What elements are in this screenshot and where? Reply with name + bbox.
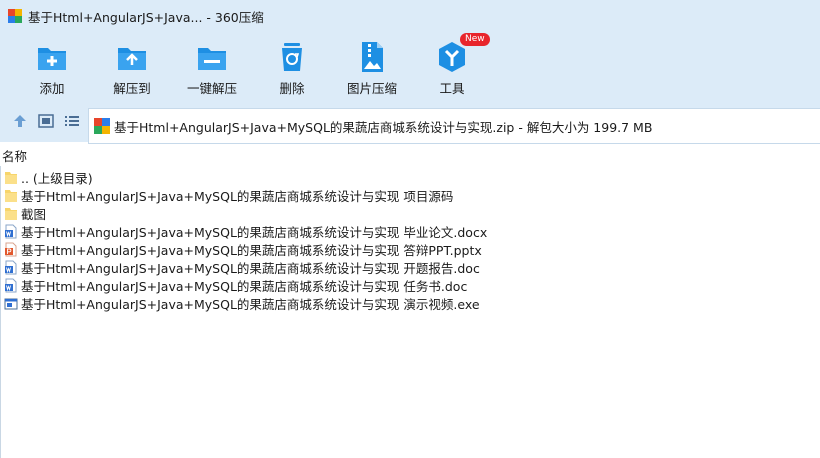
- title-bar: 基于Html+AngularJS+Java... - 360压缩: [0, 0, 820, 32]
- add-label: 添加: [39, 81, 65, 96]
- list-item[interactable]: 基于Html+AngularJS+Java+MySQL的果蔬店商城系统设计与实现…: [0, 276, 820, 294]
- list-item[interactable]: 基于Html+AngularJS+Java+MySQL的果蔬店商城系统设计与实现…: [0, 222, 820, 240]
- archive-path: 基于Html+AngularJS+Java+MySQL的果蔬店商城系统设计与实现…: [114, 119, 653, 135]
- navigation-bar: 基于Html+AngularJS+Java+MySQL的果蔬店商城系统设计与实现…: [0, 106, 820, 144]
- one-click-extract-button[interactable]: 一键解压: [174, 36, 250, 98]
- one-click-folder-icon: [198, 48, 226, 70]
- list-item[interactable]: .. (上级目录): [0, 168, 820, 186]
- list-item[interactable]: 截图: [0, 204, 820, 222]
- delete-button[interactable]: 删除: [254, 36, 330, 98]
- list-item[interactable]: 基于Html+AngularJS+Java+MySQL的果蔬店商城系统设计与实现…: [0, 294, 820, 312]
- list-view-icon[interactable]: [63, 112, 81, 130]
- recycle-bin-icon: [282, 43, 302, 71]
- extract-folder-icon: [118, 48, 146, 70]
- tools-button[interactable]: New 工具: [414, 33, 490, 98]
- image-compress-label: 图片压缩: [346, 81, 397, 96]
- folder-icon: [5, 189, 17, 202]
- word-doc-icon: [5, 260, 17, 274]
- item-name: 基于Html+AngularJS+Java+MySQL的果蔬店商城系统设计与实现…: [21, 278, 468, 294]
- delete-label: 删除: [279, 81, 305, 96]
- list-item[interactable]: 基于Html+AngularJS+Java+MySQL的果蔬店商城系统设计与实现…: [0, 240, 820, 258]
- item-name: 基于Html+AngularJS+Java+MySQL的果蔬店商城系统设计与实现…: [21, 260, 480, 276]
- extract-to-button[interactable]: 解压到: [94, 36, 170, 98]
- window-title: 基于Html+AngularJS+Java... - 360压缩: [28, 9, 264, 25]
- thumbnail-view-icon[interactable]: [37, 112, 55, 130]
- add-folder-icon: [38, 48, 66, 70]
- app-logo-icon: [8, 9, 22, 23]
- name-column-header[interactable]: 名称: [0, 146, 820, 166]
- folder-icon: [5, 207, 17, 220]
- file-list: .. (上级目录) 基于Html+AngularJS+Java+MySQL的果蔬…: [0, 168, 820, 312]
- list-item[interactable]: 基于Html+AngularJS+Java+MySQL的果蔬店商城系统设计与实现…: [0, 258, 820, 276]
- word-doc-icon: [5, 224, 17, 238]
- address-bar[interactable]: 基于Html+AngularJS+Java+MySQL的果蔬店商城系统设计与实现…: [88, 108, 820, 144]
- exe-icon: [4, 298, 18, 309]
- folder-icon: [5, 171, 17, 184]
- one-click-extract-label: 一键解压: [186, 81, 237, 96]
- main-toolbar: 添加 解压到 一键解压 删除 图片压缩 New 工具: [0, 33, 820, 98]
- extract-to-label: 解压到: [113, 81, 151, 96]
- up-arrow-icon[interactable]: [11, 112, 29, 130]
- item-name: 基于Html+AngularJS+Java+MySQL的果蔬店商城系统设计与实现…: [21, 296, 480, 312]
- image-zip-icon: [362, 42, 383, 72]
- add-button[interactable]: 添加: [14, 36, 90, 98]
- list-item[interactable]: 基于Html+AngularJS+Java+MySQL的果蔬店商城系统设计与实现…: [0, 186, 820, 204]
- zip-archive-icon: [94, 118, 110, 134]
- image-compress-button[interactable]: 图片压缩: [334, 36, 410, 98]
- ppt-icon: [5, 242, 17, 256]
- word-doc-icon: [5, 278, 17, 292]
- item-name: 基于Html+AngularJS+Java+MySQL的果蔬店商城系统设计与实现…: [21, 242, 482, 258]
- item-name: 基于Html+AngularJS+Java+MySQL的果蔬店商城系统设计与实现…: [21, 224, 488, 240]
- item-name: 基于Html+AngularJS+Java+MySQL的果蔬店商城系统设计与实现…: [21, 188, 454, 204]
- tools-label: 工具: [439, 81, 465, 96]
- tools-new-badge: New: [460, 33, 490, 46]
- item-name: .. (上级目录): [21, 170, 93, 186]
- item-name: 截图: [21, 206, 47, 222]
